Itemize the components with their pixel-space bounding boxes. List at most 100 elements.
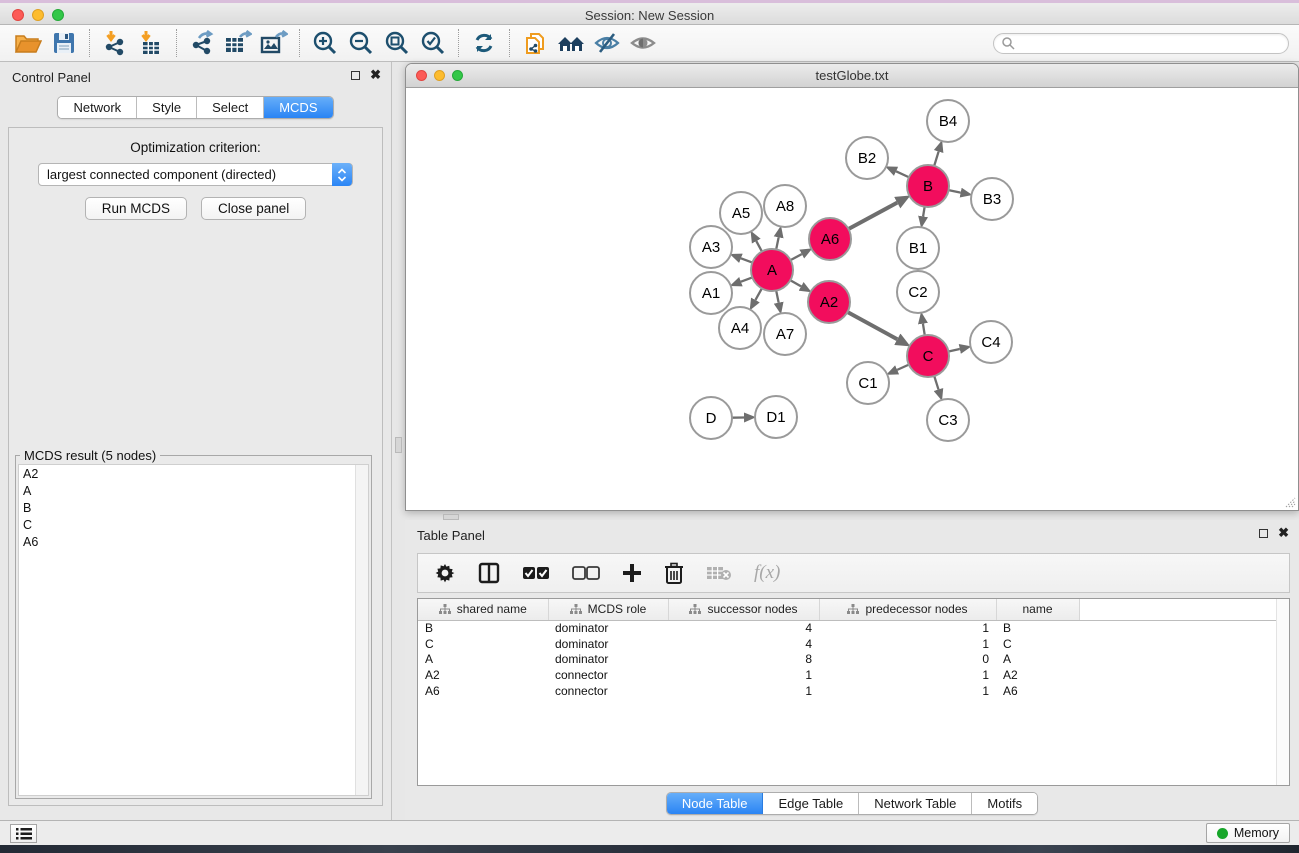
graph-node-C3[interactable]: C3: [927, 399, 969, 441]
select-all-button[interactable]: [522, 566, 550, 580]
zoom-fit-button[interactable]: [379, 28, 415, 58]
graph-node-B2[interactable]: B2: [846, 137, 888, 179]
mcds-result-list[interactable]: A2ABCA6: [18, 464, 369, 796]
graph-node-C2[interactable]: C2: [897, 271, 939, 313]
graph-edge-A-A2[interactable]: [790, 280, 801, 286]
export-network-button[interactable]: [184, 28, 220, 58]
column-header-successor-nodes[interactable]: successor nodes: [668, 599, 819, 620]
graph-edge-C-C3[interactable]: [934, 376, 938, 389]
tab-select[interactable]: Select: [197, 97, 264, 118]
graph-edge-C-C4[interactable]: [948, 349, 959, 352]
close-panel-icon[interactable]: ✖: [370, 70, 381, 80]
graph-edge-A-A5[interactable]: [756, 241, 762, 251]
open-session-button[interactable]: [10, 28, 46, 58]
column-header-name[interactable]: name: [996, 599, 1079, 620]
graph-edge-C-C1[interactable]: [897, 365, 909, 370]
graph-node-A[interactable]: A: [751, 249, 793, 291]
column-header-MCDS-role[interactable]: MCDS role: [548, 599, 668, 620]
import-network-button[interactable]: [97, 28, 133, 58]
graph-edge-A-A7[interactable]: [776, 291, 778, 303]
graph-edge-B-B1[interactable]: [923, 207, 925, 217]
network-window-titlebar[interactable]: testGlobe.txt: [406, 64, 1298, 88]
graph-edge-A-A6[interactable]: [791, 254, 802, 260]
table-row[interactable]: Cdominator41C: [418, 636, 1286, 652]
mcds-result-item[interactable]: A: [19, 482, 368, 499]
graph-node-D[interactable]: D: [690, 397, 732, 439]
cell-mcds_role[interactable]: dominator: [548, 636, 668, 652]
zoom-selected-button[interactable]: [415, 28, 451, 58]
save-session-button[interactable]: [46, 28, 82, 58]
column-header-predecessor-nodes[interactable]: predecessor nodes: [819, 599, 996, 620]
tab-mcds[interactable]: MCDS: [264, 97, 332, 118]
zoom-out-button[interactable]: [343, 28, 379, 58]
function-builder-button[interactable]: f(x): [754, 562, 780, 584]
cell-successor_nodes[interactable]: 1: [668, 683, 819, 699]
graph-edge-A-A1[interactable]: [741, 277, 752, 281]
tab-node-table[interactable]: Node Table: [667, 793, 764, 814]
graph-edge-A-A8[interactable]: [776, 237, 778, 249]
cell-name[interactable]: B: [996, 620, 1079, 636]
close-panel-button[interactable]: Close panel: [201, 197, 306, 220]
cell-successor_nodes[interactable]: 4: [668, 636, 819, 652]
cell-predecessor_nodes[interactable]: 1: [819, 636, 996, 652]
graph-node-B3[interactable]: B3: [971, 178, 1013, 220]
search-input[interactable]: [993, 33, 1289, 54]
float-table-panel-icon[interactable]: [1259, 529, 1268, 538]
graph-node-D1[interactable]: D1: [755, 396, 797, 438]
graph-edge-B-B4[interactable]: [934, 152, 938, 166]
cell-mcds_role[interactable]: connector: [548, 683, 668, 699]
graph-node-A3[interactable]: A3: [690, 226, 732, 268]
table-scrollbar[interactable]: [1276, 599, 1289, 785]
cell-name[interactable]: A6: [996, 683, 1079, 699]
tab-motifs[interactable]: Motifs: [972, 793, 1037, 814]
graph-node-A8[interactable]: A8: [764, 185, 806, 227]
first-neighbors-button[interactable]: [553, 28, 589, 58]
cell-name[interactable]: C: [996, 636, 1079, 652]
graph-node-A2[interactable]: A2: [808, 281, 850, 323]
criterion-dropdown[interactable]: largest connected component (directed): [38, 163, 353, 186]
table-settings-button[interactable]: [434, 562, 456, 584]
delete-column-button[interactable]: [664, 562, 684, 584]
graph-edge-A-A3[interactable]: [741, 258, 752, 262]
graph-edge-A6-B[interactable]: [848, 203, 897, 229]
graph-edge-A-A4[interactable]: [755, 288, 761, 300]
graph-node-A7[interactable]: A7: [764, 313, 806, 355]
refresh-button[interactable]: [466, 28, 502, 58]
cell-shared_name[interactable]: A2: [418, 667, 548, 683]
network-canvas[interactable]: B4B2BB3A5A8A6B1A3AA1C2A2A4A7C4CC1C3DD1: [408, 88, 1296, 508]
cell-predecessor_nodes[interactable]: 1: [819, 683, 996, 699]
graph-edge-C-C2[interactable]: [923, 324, 925, 336]
memory-button[interactable]: Memory: [1206, 823, 1290, 843]
export-table-button[interactable]: [220, 28, 256, 58]
tab-style[interactable]: Style: [137, 97, 197, 118]
export-image-button[interactable]: [256, 28, 292, 58]
table-row[interactable]: Bdominator41B: [418, 620, 1286, 636]
show-hidden-button[interactable]: [625, 28, 661, 58]
cell-mcds_role[interactable]: dominator: [548, 652, 668, 668]
graph-node-B1[interactable]: B1: [897, 227, 939, 269]
mcds-result-item[interactable]: C: [19, 516, 368, 533]
tab-edge-table[interactable]: Edge Table: [763, 793, 859, 814]
tab-network[interactable]: Network: [58, 97, 137, 118]
cell-successor_nodes[interactable]: 4: [668, 620, 819, 636]
graph-node-A6[interactable]: A6: [809, 218, 851, 260]
graph-node-C[interactable]: C: [907, 335, 949, 377]
hide-selected-button[interactable]: [589, 28, 625, 58]
resize-grip-icon[interactable]: [1282, 494, 1296, 508]
mcds-result-item[interactable]: A2: [19, 465, 368, 482]
cell-shared_name[interactable]: A: [418, 652, 548, 668]
graph-edge-A2-C[interactable]: [847, 312, 897, 339]
table-row[interactable]: A6connector11A6: [418, 683, 1286, 699]
add-column-button[interactable]: [622, 563, 642, 583]
cell-predecessor_nodes[interactable]: 1: [819, 620, 996, 636]
cell-shared_name[interactable]: C: [418, 636, 548, 652]
graph-node-B4[interactable]: B4: [927, 100, 969, 142]
vertical-splitter-handle[interactable]: [395, 437, 402, 453]
float-panel-icon[interactable]: [351, 71, 360, 80]
graph-node-A5[interactable]: A5: [720, 192, 762, 234]
graph-edge-B-B2[interactable]: [896, 171, 909, 177]
cell-shared_name[interactable]: B: [418, 620, 548, 636]
graph-edge-B-B3[interactable]: [949, 190, 961, 192]
column-visibility-button[interactable]: [478, 562, 500, 584]
zoom-in-button[interactable]: [307, 28, 343, 58]
